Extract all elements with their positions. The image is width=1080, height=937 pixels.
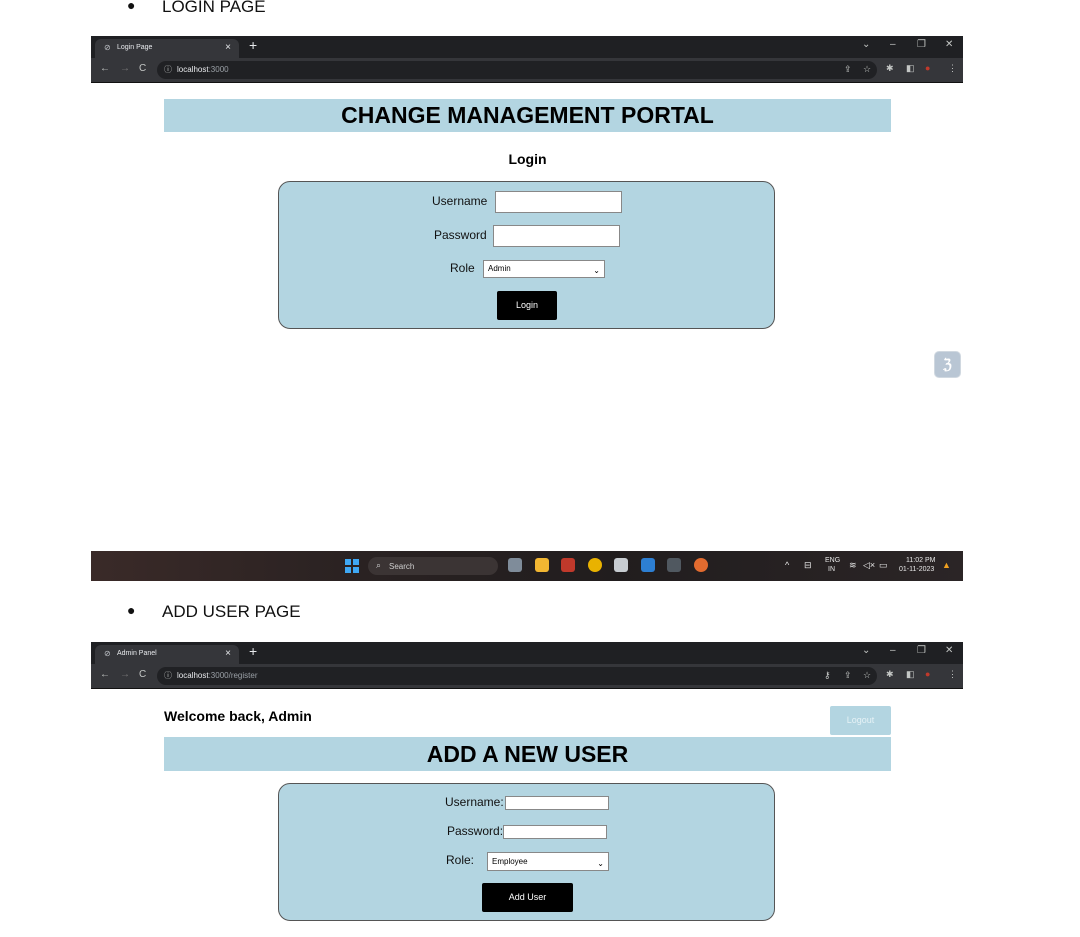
share-icon[interactable]: ⇪ (844, 64, 852, 75)
menu-icon[interactable]: ⋮ (948, 669, 957, 680)
tab-strip: ⊘ Admin Panel × + ⌄ – ❐ ✕ (91, 642, 963, 664)
file-explorer-icon[interactable] (535, 558, 549, 572)
reload-icon[interactable]: C (139, 63, 146, 74)
calculator-icon[interactable] (614, 558, 628, 572)
password-input[interactable] (503, 825, 607, 839)
username-input[interactable] (495, 191, 622, 213)
menu-icon[interactable]: ⋮ (948, 63, 957, 74)
new-tab-plus-icon[interactable]: + (249, 643, 257, 659)
bell-icon[interactable]: ▲ (942, 560, 951, 570)
minimize-icon[interactable]: – (890, 645, 896, 656)
login-form-title: Login (508, 151, 547, 167)
close-window-icon[interactable]: ✕ (945, 645, 953, 656)
language-bottom[interactable]: IN (828, 566, 835, 573)
task-view-icon[interactable] (508, 558, 522, 572)
login-browser-window: ⊘ Login Page × + ⌄ – ❐ ✕ ← → C ⓘ localho… (91, 36, 963, 83)
portal-banner: CHANGE MANAGEMENT PORTAL (164, 99, 891, 132)
username-label: Username: (445, 795, 504, 809)
terminal-icon[interactable] (667, 558, 681, 572)
add-user-form-panel: Username: Password: Role: Employee ⌄ Add… (278, 783, 775, 921)
taskbar-search-box[interactable]: ⌕ Search (368, 557, 498, 575)
globe-icon: ⊘ (104, 43, 111, 52)
address-bar[interactable]: ⓘ localhost:3000 ⇪ ☆ (157, 61, 877, 79)
login-section-heading: ● LOGIN PAGE (0, 0, 1080, 17)
minimize-icon[interactable]: – (890, 39, 896, 50)
close-tab-icon[interactable]: × (225, 648, 231, 659)
restore-icon[interactable]: ❐ (917, 645, 926, 656)
address-bar[interactable]: ⓘ localhost:3000/register ⚷ ⇪ ☆ (157, 667, 877, 685)
sidepanel-icon[interactable]: ◧ (906, 669, 915, 680)
search-icon: ⌕ (376, 560, 382, 570)
role-label: Role (450, 261, 475, 275)
star-icon[interactable]: ☆ (863, 670, 871, 681)
profile-icon[interactable]: ● (925, 63, 930, 73)
forward-icon[interactable]: → (120, 669, 130, 680)
windows-start-icon[interactable] (345, 559, 359, 573)
tab-login-page[interactable]: ⊘ Login Page × (95, 39, 239, 58)
key-icon[interactable]: ⚷ (824, 670, 831, 681)
role-label: Role: (446, 853, 475, 867)
extensions-icon[interactable]: ✱ (886, 63, 894, 74)
tab-strip: ⊘ Login Page × + ⌄ – ❐ ✕ (91, 36, 963, 58)
volume-icon[interactable]: ◁× (863, 560, 875, 571)
password-label: Password (434, 228, 487, 242)
wifi-icon[interactable]: ≋ (849, 560, 857, 571)
chevron-up-icon[interactable]: ^ (785, 560, 789, 570)
share-icon[interactable]: ⇪ (844, 670, 852, 681)
logout-button[interactable]: Logout (830, 706, 891, 735)
bullet-icon: ● (127, 0, 136, 13)
back-icon[interactable]: ← (100, 63, 110, 74)
restore-icon[interactable]: ❐ (917, 39, 926, 50)
extensions-icon[interactable]: ✱ (886, 669, 894, 680)
battery-icon[interactable]: ▭ (879, 560, 888, 571)
add-user-section-heading: ● ADD USER PAGE (127, 602, 301, 621)
login-button[interactable]: Login (497, 291, 557, 320)
chrome-icon[interactable] (588, 558, 602, 572)
tab-search-chevron-icon[interactable]: ⌄ (862, 645, 870, 656)
tab-search-chevron-icon[interactable]: ⌄ (862, 39, 870, 50)
clock-date[interactable]: 01-11-2023 (899, 566, 934, 573)
close-tab-icon[interactable]: × (225, 42, 231, 53)
star-icon[interactable]: ☆ (863, 64, 871, 75)
info-icon[interactable]: ⓘ (164, 670, 172, 681)
role-select[interactable]: Employee ⌄ (487, 852, 609, 871)
mcafee-icon[interactable] (561, 558, 575, 572)
vscode-icon[interactable] (641, 558, 655, 572)
address-toolbar: ← → C ⓘ localhost:3000 ⇪ ☆ ✱ ◧ ● ⋮ (91, 58, 963, 83)
chevron-down-icon: ⌄ (597, 859, 604, 868)
address-toolbar: ← → C ⓘ localhost:3000/register ⚷ ⇪ ☆ ✱ … (91, 664, 963, 689)
profile-icon[interactable]: ● (925, 669, 930, 679)
role-select[interactable]: Admin ⌄ (483, 260, 605, 278)
back-icon[interactable]: ← (100, 669, 110, 680)
display-icon[interactable]: ⊟ (804, 560, 812, 571)
username-input[interactable] (505, 796, 609, 810)
bullet-icon: ● (127, 602, 136, 618)
language-top[interactable]: ENG (825, 557, 840, 564)
admin-browser-window: ⊘ Admin Panel × + ⌄ – ❐ ✕ ← → C ⓘ localh… (91, 642, 963, 689)
clock-time[interactable]: 11:02 PM (906, 557, 935, 564)
welcome-text: Welcome back, Admin (164, 708, 312, 724)
sidepanel-icon[interactable]: ◧ (906, 63, 915, 74)
password-input[interactable] (493, 225, 620, 247)
globe-icon: ⊘ (104, 649, 111, 658)
floating-extension-icon[interactable]: ℨ (934, 351, 961, 378)
info-icon[interactable]: ⓘ (164, 64, 172, 75)
chrome-canary-icon[interactable] (694, 558, 708, 572)
add-user-banner: ADD A NEW USER (164, 737, 891, 771)
chevron-down-icon: ⌄ (593, 266, 600, 275)
reload-icon[interactable]: C (139, 669, 146, 680)
forward-icon[interactable]: → (120, 63, 130, 74)
close-window-icon[interactable]: ✕ (945, 39, 953, 50)
password-label: Password: (447, 824, 504, 838)
tab-admin-panel[interactable]: ⊘ Admin Panel × (95, 645, 239, 664)
new-tab-plus-icon[interactable]: + (249, 37, 257, 53)
login-form-panel: Username Password Role Admin ⌄ Login (278, 181, 775, 329)
username-label: Username (432, 194, 488, 208)
add-user-button[interactable]: Add User (482, 883, 573, 912)
windows-taskbar: ⌕ Search ^ ⊟ ENG IN ≋ ◁× ▭ 11:02 PM 01-1… (91, 551, 963, 581)
